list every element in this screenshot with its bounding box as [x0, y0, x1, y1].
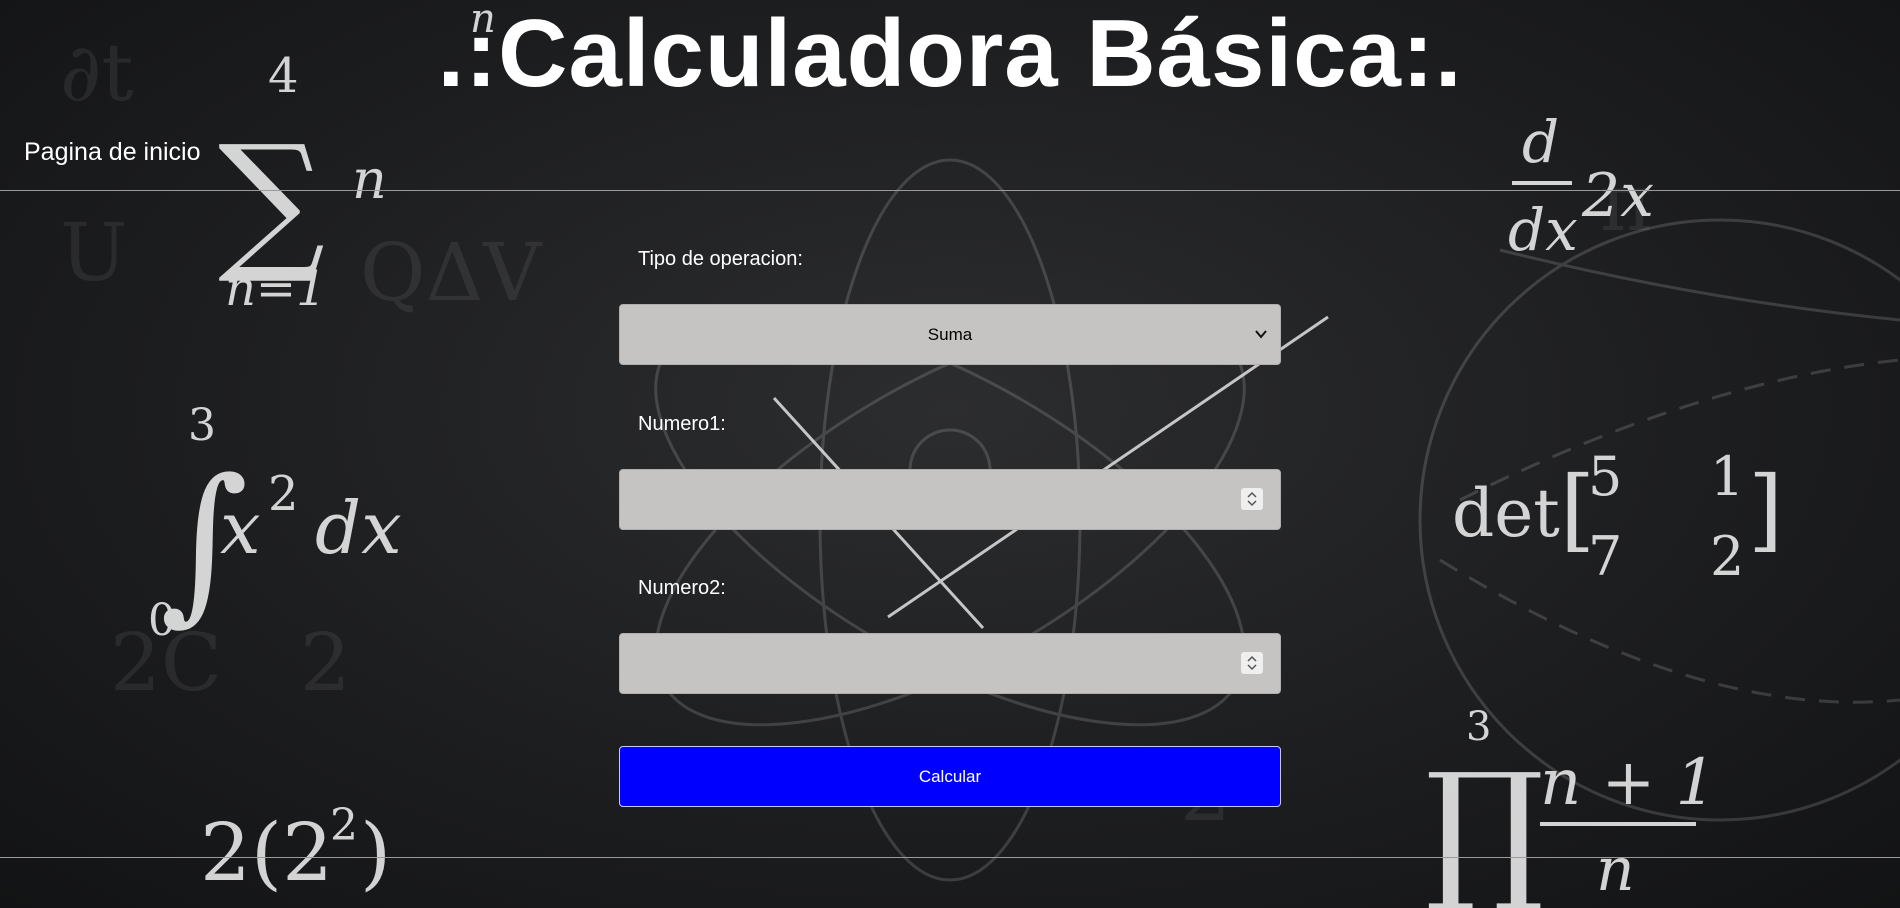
chevron-down-icon: [1255, 330, 1267, 339]
calculate-button[interactable]: Calcular: [619, 746, 1281, 807]
svg-text:n=1: n=1: [225, 261, 327, 317]
number2-input[interactable]: [619, 633, 1281, 694]
svg-text:2x: 2x: [1581, 161, 1654, 231]
svg-text:2: 2: [268, 466, 299, 522]
footer-divider: [0, 857, 1900, 858]
number1-spinner-icon[interactable]: [1241, 488, 1263, 510]
svg-text:0: 0: [148, 595, 176, 646]
svg-text:x: x: [220, 486, 261, 570]
page-title: .:Calculadora Básica:.: [437, 0, 1463, 107]
svg-text:3: 3: [1466, 704, 1491, 750]
svg-text:n: n: [1596, 835, 1635, 905]
svg-text:dx: dx: [315, 486, 402, 570]
svg-text:3: 3: [188, 400, 216, 451]
svg-text:2: 2: [1710, 525, 1744, 588]
number1-label: Numero1:: [638, 413, 726, 435]
svg-text:]: ]: [1748, 457, 1783, 562]
svg-text:∫: ∫: [160, 443, 249, 641]
svg-text:∑: ∑: [218, 114, 325, 288]
number1-input[interactable]: [619, 469, 1281, 530]
home-link[interactable]: Pagina de inicio: [24, 138, 201, 167]
operation-selected-value: Suma: [927, 324, 973, 344]
svg-text:∏: ∏: [1425, 742, 1544, 908]
number2-label: Numero2:: [638, 577, 726, 599]
svg-text:1: 1: [1710, 445, 1744, 508]
svg-text:2: 2: [300, 616, 351, 709]
svg-text:): ): [360, 806, 391, 899]
svg-text:7: 7: [1588, 525, 1622, 588]
number2-spinner-icon[interactable]: [1241, 652, 1263, 674]
svg-text:5: 5: [1588, 445, 1622, 508]
svg-text:2: 2: [330, 800, 358, 851]
svg-text:π: π: [1600, 156, 1653, 249]
svg-text:2(2: 2(2: [200, 806, 333, 899]
svg-text:d: d: [1522, 108, 1559, 176]
svg-text:n: n: [352, 148, 387, 211]
svg-text:n + 1: n + 1: [1540, 746, 1716, 820]
svg-text:det: det: [1452, 475, 1560, 552]
svg-text:QΔV: QΔV: [360, 226, 542, 319]
chalk-letter-u: U: [60, 206, 127, 299]
operation-label: Tipo de operacion:: [638, 248, 803, 270]
header-divider: [0, 190, 1900, 191]
operation-select[interactable]: Suma: [619, 304, 1281, 365]
svg-text:2C: 2C: [110, 616, 222, 709]
svg-text:[: [: [1560, 457, 1595, 562]
svg-text:dx: dx: [1508, 196, 1578, 264]
